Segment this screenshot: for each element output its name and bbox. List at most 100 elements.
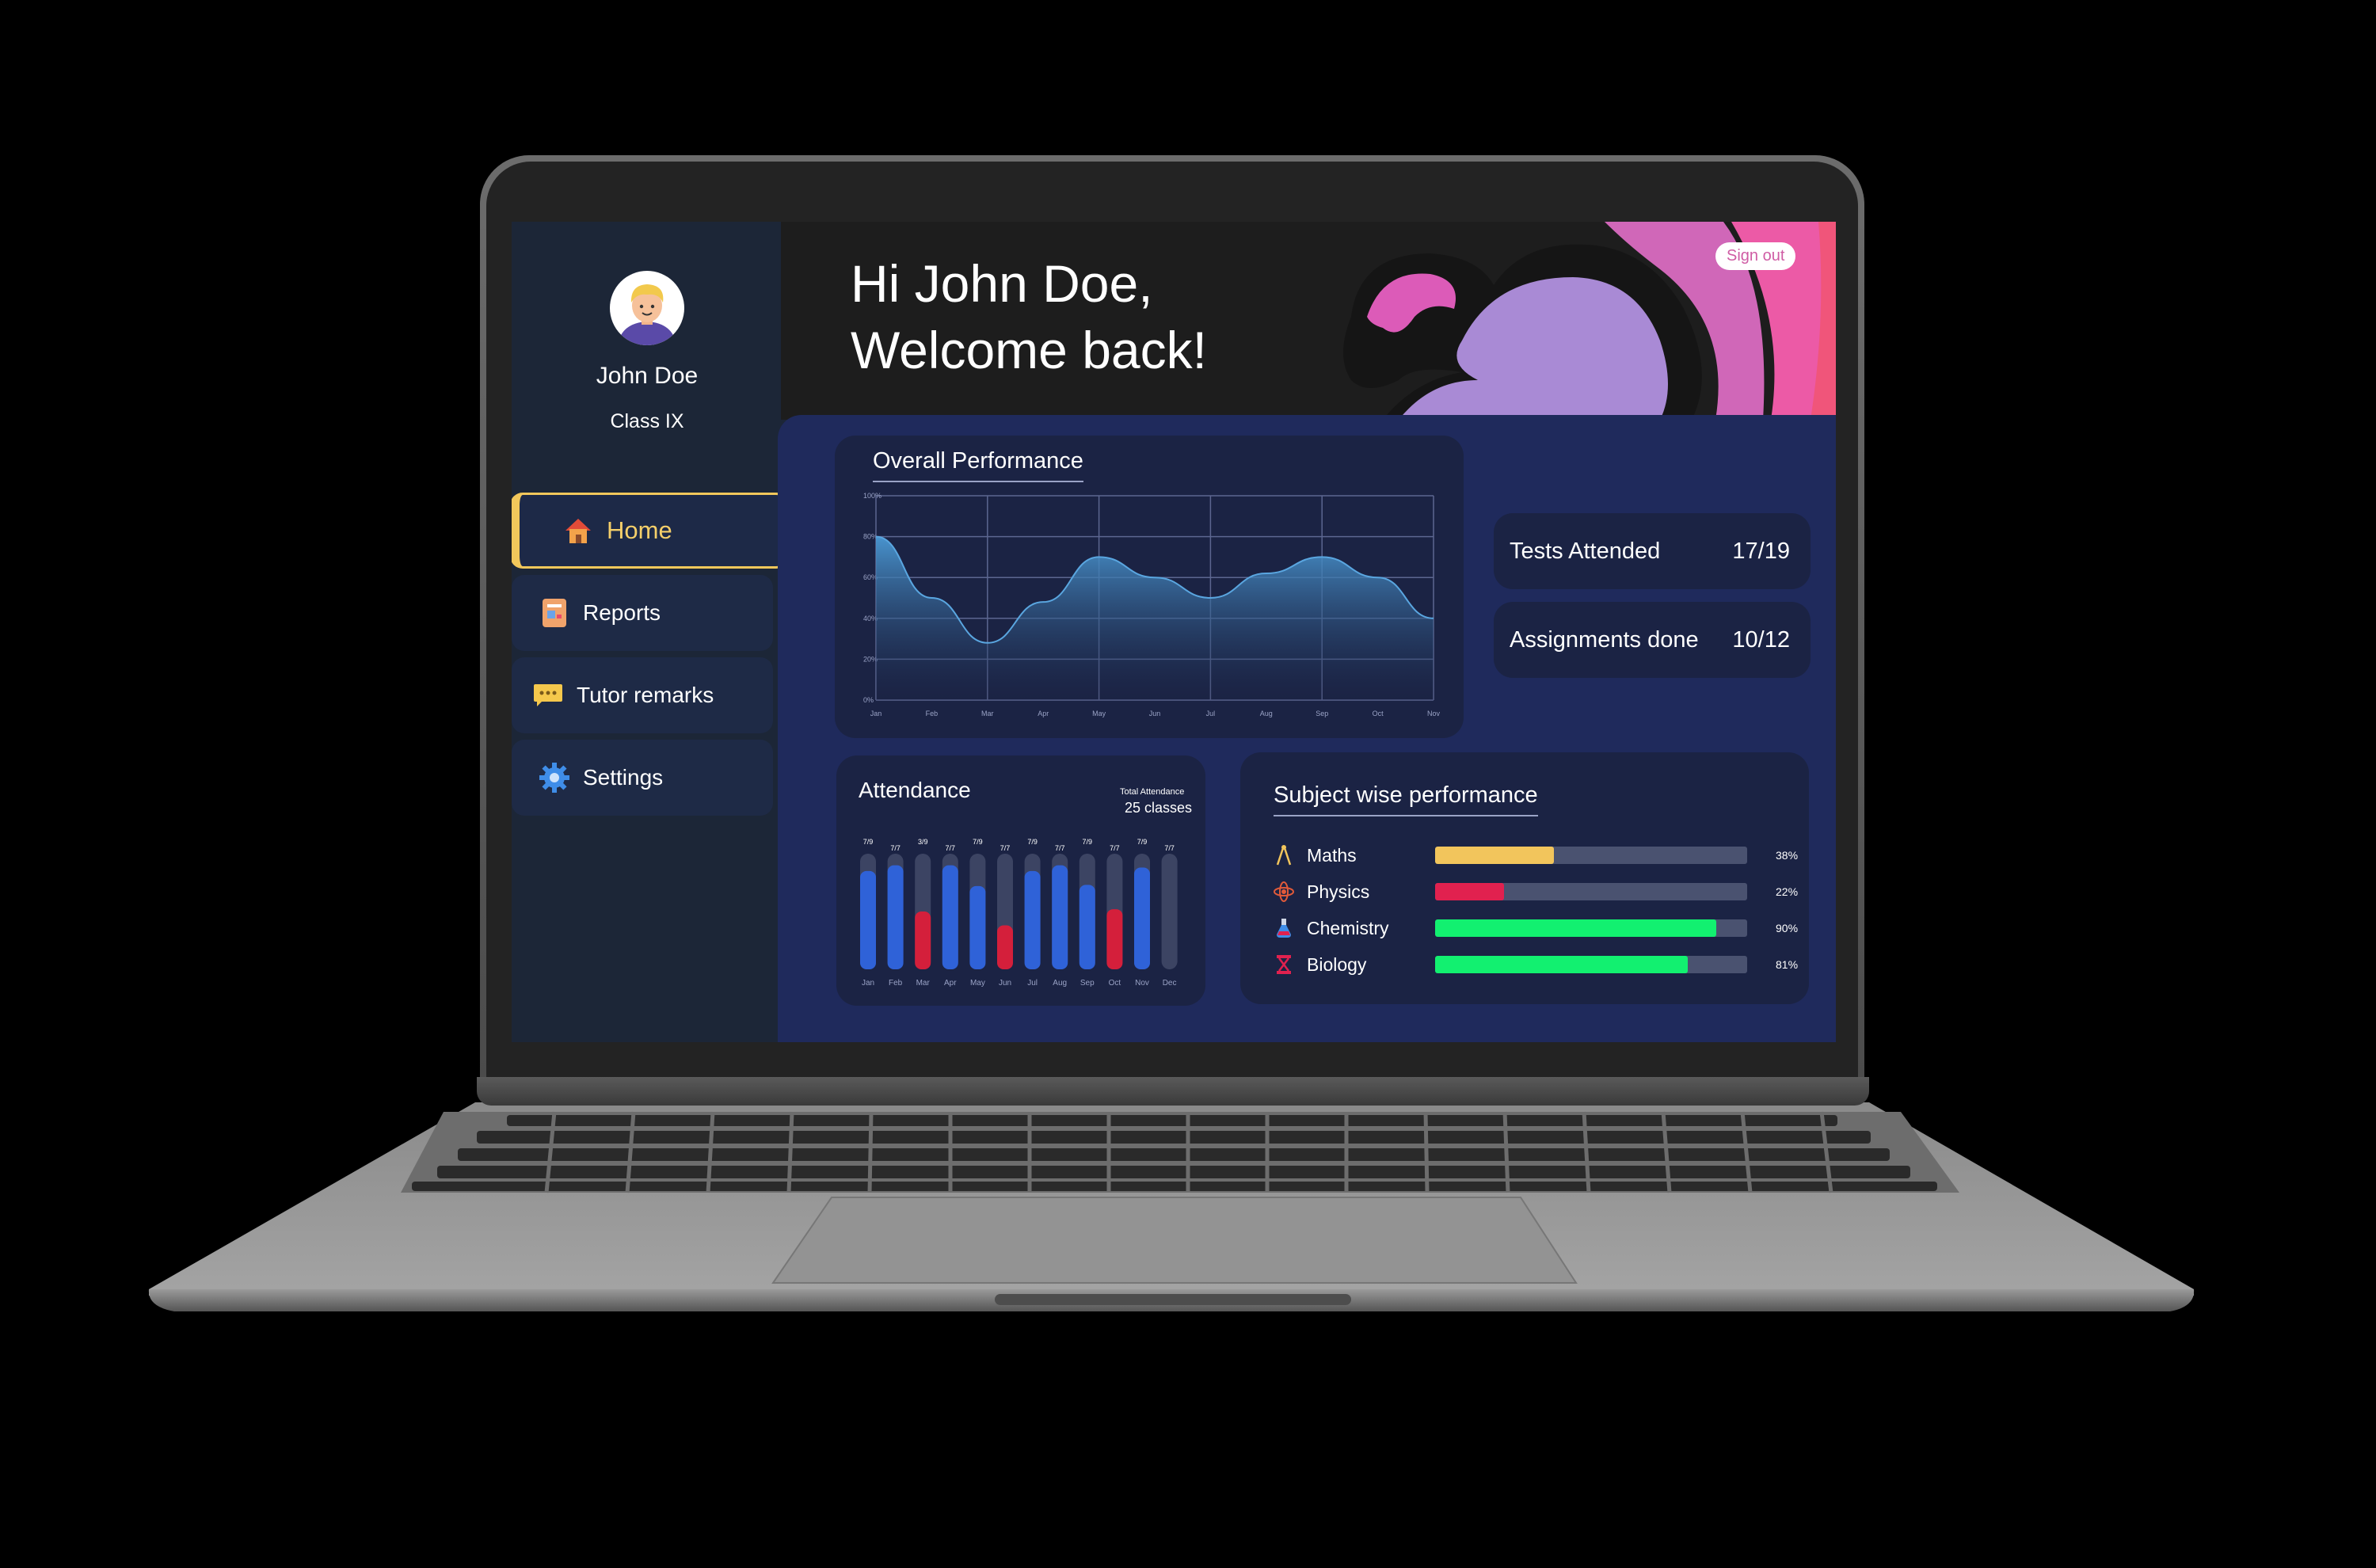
attendance-month-label: Jan — [862, 979, 874, 988]
user-class: Class IX — [610, 410, 684, 432]
attendance-data-label: 7/7 — [946, 844, 956, 852]
attendance-data-label: 7/7 — [1164, 844, 1175, 852]
subject-performance-card: Subject wise performance Maths 38% Physics… — [1240, 752, 1809, 1004]
attendance-card: Attendance Total Attendance 25 classes 7… — [836, 755, 1205, 1006]
subject-progress-fill — [1435, 883, 1504, 900]
attendance-data-label: 7/7 — [1000, 844, 1011, 852]
attendance-month-label: May — [970, 979, 985, 988]
attendance-bar — [1079, 885, 1095, 969]
attendance-month-label: Dec — [1163, 979, 1177, 988]
subject-progress-track — [1435, 956, 1747, 973]
attendance-bar — [1134, 867, 1150, 969]
attendance-data-label: 7/9 — [1027, 838, 1038, 846]
compass-icon — [1270, 842, 1297, 869]
attendance-month-label: Oct — [1109, 979, 1121, 988]
x-tick-label: Jan — [870, 710, 882, 717]
home-icon — [562, 515, 594, 546]
user-avatar-icon — [610, 271, 684, 345]
laptop-hinge — [477, 1077, 1869, 1106]
subject-percentage: 38% — [1776, 849, 1799, 862]
nav-settings-label: Settings — [583, 765, 664, 790]
attendance-data-label: 7/9 — [973, 838, 983, 846]
atom-icon — [1270, 878, 1297, 905]
subject-row: Chemistry 90% — [1270, 911, 1809, 946]
subject-name: Biology — [1307, 953, 1367, 975]
gear-icon — [539, 762, 570, 794]
subject-progress-fill — [1435, 956, 1689, 973]
attendance-bar — [887, 865, 904, 969]
y-tick-label: 0% — [863, 696, 874, 704]
attendance-bar — [915, 911, 931, 969]
nav-reports-label: Reports — [583, 600, 661, 625]
assignments-done-card: Assignments done 10/12 — [1494, 602, 1811, 678]
main-area: Hi John Doe, Welcome back! Sign out Over… — [778, 222, 1836, 1042]
x-tick-label: Jul — [1206, 710, 1216, 717]
attendance-bar — [997, 925, 1013, 969]
subject-progress-fill — [1435, 919, 1716, 937]
subject-percentage: 81% — [1776, 958, 1799, 971]
attendance-bar — [969, 885, 986, 969]
subject-percentage: 22% — [1776, 885, 1799, 898]
subject-name: Maths — [1307, 844, 1357, 866]
content-area: Overall Performance 100% 80% 60% 40% 20% 0% Ja… — [778, 415, 1836, 1042]
x-tick-label: Nov — [1427, 710, 1441, 717]
x-tick-label: May — [1092, 710, 1106, 717]
welcome-header: Hi John Doe, Welcome back! Sign out — [781, 222, 1836, 420]
x-tick-label: Oct — [1373, 710, 1384, 717]
attendance-month-label: Jul — [1027, 979, 1038, 988]
attendance-data-label: 7/7 — [1110, 844, 1120, 852]
x-tick-label: Mar — [981, 710, 994, 717]
subject-name: Physics — [1307, 881, 1370, 902]
attendance-track — [1161, 854, 1178, 969]
attendance-chart: 7/9 Jan 7/7 Feb 3/9 Mar 7/7 Apr 7/9 May 7/7 Jun 7/9 J… — [860, 838, 1178, 988]
nav-settings[interactable]: Settings — [512, 740, 773, 816]
overall-performance-chart: 100%80%60%40%20%0%Jan Feb Mar Apr May Jun Jul A… — [863, 492, 1441, 717]
subject-progress-track — [1435, 847, 1747, 864]
attendance-bar — [860, 870, 876, 969]
attendance-data-label: 3/9 — [918, 838, 928, 846]
attendance-bar — [1106, 909, 1123, 969]
subject-row: Biology 81% — [1270, 947, 1809, 982]
welcome-line-1: Hi John Doe, — [851, 254, 1153, 313]
flask-icon — [1270, 915, 1297, 942]
nav-home[interactable]: Home — [512, 493, 789, 569]
x-tick-label: Feb — [926, 710, 939, 717]
x-tick-label: Sep — [1316, 710, 1328, 717]
attendance-data-label: 7/9 — [1083, 838, 1093, 846]
attendance-bar — [1024, 870, 1041, 969]
attendance-data-label: 7/7 — [1055, 844, 1065, 852]
tests-attended-card: Tests Attended 17/19 — [1494, 513, 1811, 589]
attendance-bar — [942, 865, 958, 969]
nav-home-label: Home — [607, 516, 672, 544]
y-tick-label: 100% — [863, 492, 881, 500]
attendance-data-label: 7/7 — [890, 844, 901, 852]
user-name: John Doe — [596, 363, 699, 389]
tests-attended-label: Tests Attended — [1510, 538, 1661, 564]
sidebar: John Doe Class IX Home Reports Tutor rem… — [512, 222, 789, 1042]
subject-progress-fill — [1435, 847, 1554, 864]
nav-tutor-remarks[interactable]: Tutor remarks — [512, 657, 773, 733]
attendance-month-label: Sep — [1080, 979, 1095, 988]
overall-performance-card: Overall Performance 100% 80% 60% 40% 20% 0% Ja… — [835, 436, 1464, 738]
welcome-line-2: Welcome back! — [851, 321, 1207, 379]
attendance-bar — [1052, 865, 1068, 969]
assignments-done-value: 10/12 — [1732, 626, 1790, 653]
subject-name: Chemistry — [1307, 917, 1389, 938]
attendance-month-label: Feb — [889, 979, 903, 988]
attendance-month-label: Apr — [944, 979, 957, 988]
chat-icon — [532, 679, 564, 711]
nav-reports[interactable]: Reports — [512, 575, 773, 651]
tests-attended-value: 17/19 — [1732, 538, 1790, 564]
report-icon — [539, 597, 570, 629]
dashboard-screen: John Doe Class IX Home Reports Tutor rem… — [512, 222, 1836, 1042]
assignments-done-label: Assignments done — [1510, 626, 1699, 653]
attendance-month-label: Mar — [916, 979, 931, 988]
nav-tutor-remarks-label: Tutor remarks — [577, 683, 714, 707]
x-tick-label: Jun — [1149, 710, 1161, 717]
subject-row: Physics 22% — [1270, 874, 1809, 909]
subject-progress-track — [1435, 883, 1747, 900]
x-tick-label: Aug — [1260, 710, 1273, 717]
subject-percentage: 90% — [1776, 922, 1799, 934]
attendance-month-label: Aug — [1053, 979, 1067, 988]
sign-out-button[interactable]: Sign out — [1715, 242, 1796, 270]
